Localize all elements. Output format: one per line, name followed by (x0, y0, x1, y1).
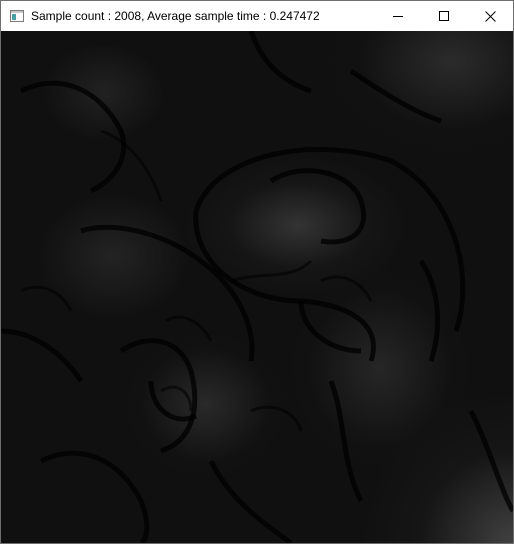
maximize-icon (439, 11, 449, 21)
title-bar[interactable]: Sample count : 2008, Average sample time… (1, 1, 513, 31)
close-button[interactable] (467, 1, 513, 31)
noise-contour-layer (1, 31, 513, 543)
close-icon (484, 10, 496, 22)
app-window: Sample count : 2008, Average sample time… (0, 0, 514, 544)
minimize-button[interactable] (375, 1, 421, 31)
window-title: Sample count : 2008, Average sample time… (31, 9, 320, 23)
minimize-icon (393, 16, 403, 17)
maximize-button[interactable] (421, 1, 467, 31)
render-viewport[interactable] (1, 31, 513, 543)
window-controls (375, 1, 513, 31)
window-app-icon (10, 9, 24, 23)
